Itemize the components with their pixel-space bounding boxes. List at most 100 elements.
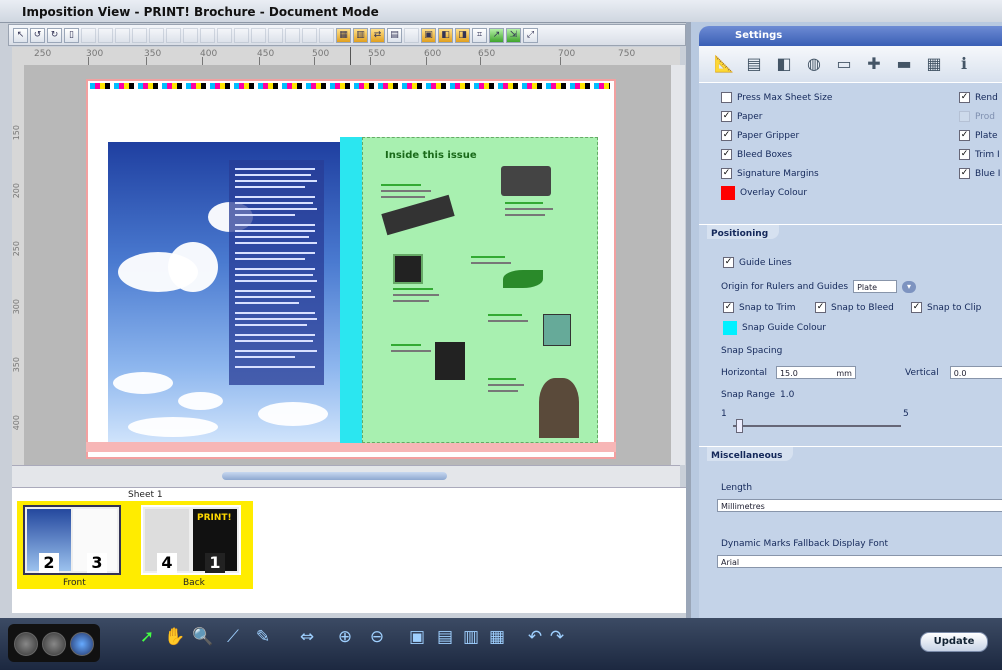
snap-trim-label: Snap to Trim (739, 302, 796, 313)
marks-tab-icon[interactable]: ▦ (923, 53, 945, 75)
redo-icon[interactable]: ↷ (546, 626, 568, 648)
fit-icon[interactable]: ⤢ (523, 27, 538, 43)
disabled-tool-icon[interactable] (251, 27, 266, 43)
chevron-down-icon[interactable]: ▾ (902, 280, 917, 293)
disabled-tool-icon[interactable] (81, 27, 96, 43)
press-max-checkbox[interactable] (721, 92, 732, 103)
disabled-tool-icon[interactable] (404, 27, 419, 43)
zoom-icon[interactable]: 🔍 (192, 626, 214, 648)
update-button[interactable]: Update (920, 632, 988, 652)
hand-icon[interactable]: ✋ (164, 626, 186, 648)
paper-tab-icon[interactable]: ◧ (773, 53, 795, 75)
disabled-tool-icon[interactable] (98, 27, 113, 43)
trumpet-player-photo (539, 378, 579, 438)
paper-gripper-checkbox[interactable]: ✓ (721, 130, 732, 141)
scroll-thumb[interactable] (222, 472, 447, 480)
disabled-tool-icon[interactable] (115, 27, 130, 43)
front-label: Front (63, 578, 86, 588)
disabled-tool-icon[interactable] (302, 27, 317, 43)
disabled-tool-icon[interactable] (319, 27, 334, 43)
snap-guide-colour-swatch[interactable] (723, 321, 737, 335)
snap-clip-checkbox[interactable]: ✓ (911, 302, 922, 313)
disabled-tool-icon[interactable] (183, 27, 198, 43)
align-icon[interactable]: ⇲ (506, 27, 521, 43)
ruler-mark: 400 (12, 415, 21, 431)
info-tab-icon[interactable]: ℹ (953, 53, 975, 75)
colorbar-tab-icon[interactable]: ▬ (893, 53, 915, 75)
next-sheet-icon[interactable]: ▥ (460, 626, 482, 648)
snap-range-slider-handle[interactable] (736, 419, 743, 433)
thumb-page-number: 4 (157, 553, 177, 573)
snap-range-slider-track[interactable] (733, 425, 901, 427)
canvas-vertical-scrollbar[interactable] (671, 65, 685, 465)
settings-icon[interactable] (70, 632, 94, 656)
length-select[interactable]: Millimetres (717, 499, 1002, 512)
sheet-icon[interactable]: ▤ (434, 626, 456, 648)
settings-header: Settings (699, 26, 1002, 46)
disabled-tool-icon[interactable] (268, 27, 283, 43)
font-select[interactable]: Arial (717, 555, 1002, 568)
prod-checkbox[interactable] (959, 111, 970, 122)
back-icon[interactable] (14, 632, 38, 656)
zoom-out-icon[interactable]: ⊖ (366, 626, 388, 648)
page-tab-icon[interactable]: ▭ (833, 53, 855, 75)
plate-checkbox[interactable]: ✓ (959, 130, 970, 141)
ruler-mark: 350 (12, 357, 21, 373)
disabled-tool-icon[interactable] (200, 27, 215, 43)
snap-trim-checkbox[interactable]: ✓ (723, 302, 734, 313)
trim-checkbox[interactable]: ✓ (959, 149, 970, 160)
layout-split-icon[interactable]: ▥ (353, 27, 368, 43)
rotate-right-icon[interactable]: ↻ (47, 27, 62, 43)
horizontal-input[interactable]: 15.0 (780, 367, 798, 378)
bleed-boxes-checkbox[interactable]: ✓ (721, 149, 732, 160)
blue-checkbox[interactable]: ✓ (959, 168, 970, 179)
select-tool-icon[interactable]: ↖ (13, 27, 28, 43)
disabled-tool-icon[interactable] (285, 27, 300, 43)
snap-bleed-checkbox[interactable]: ✓ (815, 302, 826, 313)
imposition-canvas[interactable]: Inside this issue (24, 65, 671, 465)
disabled-tool-icon[interactable] (149, 27, 164, 43)
layout-grid-icon[interactable]: ▦ (336, 27, 351, 43)
signature-margins-checkbox[interactable]: ✓ (721, 168, 732, 179)
color-bar-icon[interactable]: ▣ (421, 27, 436, 43)
disabled-tool-icon[interactable] (166, 27, 181, 43)
snap-spacing-label: Snap Spacing (721, 346, 783, 356)
ruler-tab-icon[interactable]: 📐 (713, 53, 735, 75)
canvas-horizontal-scrollbar[interactable] (12, 465, 680, 488)
zoom-in-icon[interactable]: ⊕ (334, 626, 356, 648)
thumb-page-number: 2 (39, 553, 59, 573)
arrange-icon[interactable]: ↗ (489, 27, 504, 43)
paper-checkbox[interactable]: ✓ (721, 111, 732, 122)
crosshair-tab-icon[interactable]: ✚ (863, 53, 885, 75)
overlay-colour-swatch[interactable] (721, 186, 735, 200)
back-thumbnail[interactable]: PRINT! 4 1 (141, 505, 241, 575)
front-thumbnail[interactable]: 2 3 (23, 505, 121, 575)
rotate-left-icon[interactable]: ↺ (30, 27, 45, 43)
marks-icon[interactable]: ▤ (387, 27, 402, 43)
disabled-tool-icon[interactable] (217, 27, 232, 43)
page-3-contents[interactable]: Inside this issue (362, 137, 598, 443)
color-tab-icon[interactable]: ◍ (803, 53, 825, 75)
settings-tabs: 📐 ▤ ◧ ◍ ▭ ✚ ▬ ▦ ℹ (699, 46, 1002, 82)
origin-select[interactable]: Plate (853, 280, 898, 293)
pointer-icon[interactable]: ➚ (136, 626, 158, 648)
layout-flip-icon[interactable]: ⇄ (370, 27, 385, 43)
vertical-input[interactable]: 0.0 (949, 366, 1002, 379)
bleed-icon[interactable]: ◨ (455, 27, 470, 43)
crop-icon[interactable]: ⌗ (472, 27, 487, 43)
fit-pages-icon[interactable]: ⇔ (296, 626, 318, 648)
render-checkbox[interactable]: ✓ (959, 92, 970, 103)
undo-icon[interactable]: ↶ (524, 626, 546, 648)
proof-icon[interactable]: ▦ (486, 626, 508, 648)
group-icon[interactable]: ◧ (438, 27, 453, 43)
eyedropper-icon[interactable]: ✎ (252, 626, 274, 648)
stack-tab-icon[interactable]: ▤ (743, 53, 765, 75)
forward-icon[interactable] (42, 632, 66, 656)
machine-photo (501, 166, 551, 196)
disabled-tool-icon[interactable] (234, 27, 249, 43)
disabled-tool-icon[interactable] (132, 27, 147, 43)
guide-lines-checkbox[interactable]: ✓ (723, 257, 734, 268)
measure-icon[interactable]: ⟋ (222, 626, 244, 648)
page-icon[interactable]: ▯ (64, 27, 79, 43)
prev-sheet-icon[interactable]: ▣ (406, 626, 428, 648)
